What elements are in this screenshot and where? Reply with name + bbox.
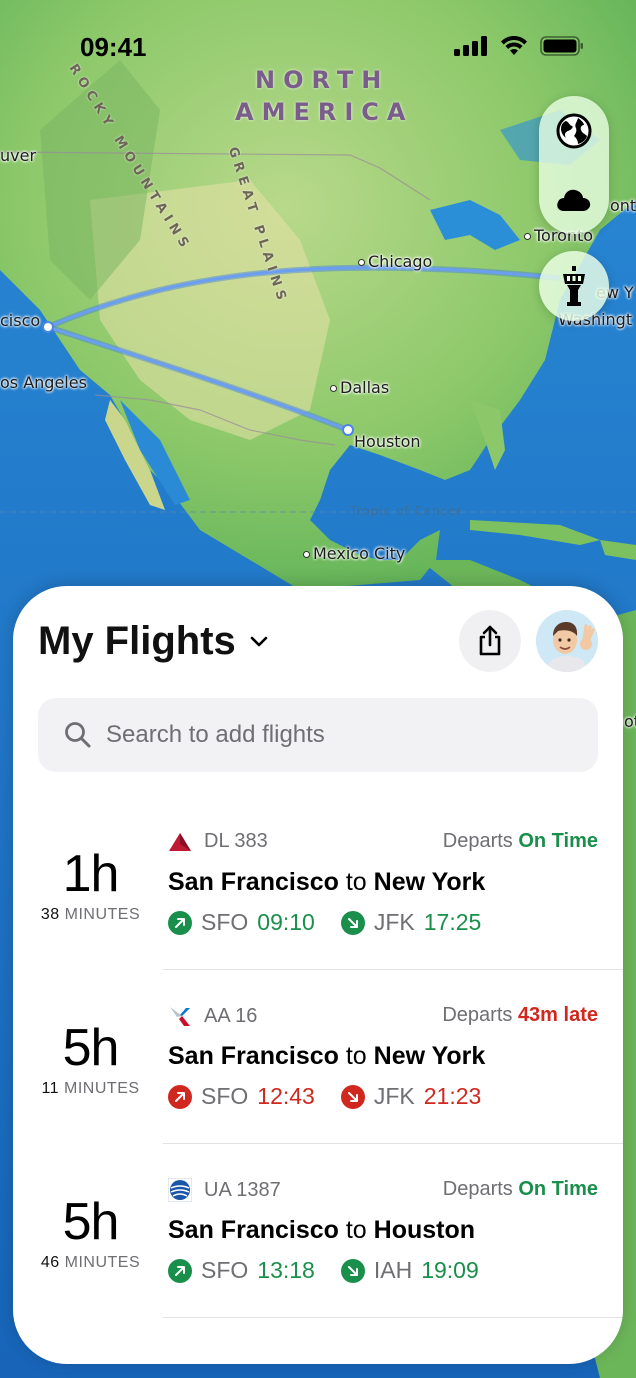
flight-duration: 1h 38 MINUTES — [13, 844, 168, 924]
departure-airport: SFO — [201, 1257, 249, 1283]
search-input[interactable] — [106, 721, 566, 749]
battery-icon — [540, 36, 583, 56]
american-logo-icon — [170, 1007, 190, 1026]
departure-time: 12:43 — [257, 1083, 315, 1109]
duration-minutes: 11 MINUTES — [41, 1080, 140, 1097]
arrival-airport: JFK — [373, 1083, 415, 1109]
flight-times: SFO 12:43 JFK 21:23 — [168, 1083, 507, 1110]
region-label-ont: ont — [610, 196, 636, 215]
share-button[interactable] — [459, 610, 521, 672]
chevron-down-icon — [250, 636, 268, 646]
duration-minutes: 38 MINUTES — [40, 906, 141, 923]
airline-info: AA 16 — [168, 1004, 257, 1028]
departure-airport: SFO — [201, 909, 249, 935]
flight-status: Departs 43m late — [442, 1004, 598, 1026]
arrival-arrow-icon — [340, 1084, 365, 1109]
flight-status: Departs On Time — [442, 1178, 598, 1200]
status-bar: 09:41 — [0, 0, 636, 95]
page-title: My Flights — [38, 619, 236, 663]
flights-sheet: My Flights Search to add flights 1h 38 M… — [13, 586, 623, 1364]
flight-times: SFO 09:10 JFK 17:25 — [168, 909, 507, 936]
arrival-time: 21:23 — [423, 1083, 482, 1109]
city-label-houston[interactable]: Houston — [354, 432, 421, 451]
arrival: JFK 17:25 — [340, 909, 482, 936]
arrival: IAH 19:09 — [340, 1257, 479, 1284]
region-label-ot: ot — [624, 712, 636, 731]
city-label-chicago[interactable]: Chicago — [358, 252, 432, 271]
arrival-arrow-icon — [340, 910, 365, 935]
arrival-airport: IAH — [373, 1257, 413, 1283]
cellular-signal-icon — [454, 36, 487, 56]
city-label-los-angeles[interactable]: os Angeles — [0, 373, 87, 392]
delta-logo-icon — [169, 832, 191, 851]
flight-row[interactable]: 5h 46 MINUTES UA 1387 Departs On Time Sa… — [13, 1144, 623, 1318]
duration-hours: 5h — [62, 1193, 120, 1251]
sheet-title-menu[interactable]: My Flights — [38, 619, 268, 664]
control-tower-icon — [563, 266, 585, 306]
memoji-avatar-icon — [536, 610, 598, 672]
departure: SFO 12:43 — [168, 1083, 315, 1110]
arrival-time: 17:25 — [423, 909, 482, 935]
flight-route: San Francisco to New York — [168, 868, 486, 896]
flight-duration: 5h 46 MINUTES — [13, 1192, 168, 1272]
wifi-icon — [501, 36, 527, 55]
city-label-san-francisco[interactable]: cisco — [0, 311, 40, 330]
departure: SFO 13:18 — [168, 1257, 315, 1284]
duration-hours: 1h — [62, 845, 120, 903]
airline-info: DL 383 — [168, 830, 268, 853]
departure-time: 09:10 — [257, 909, 315, 935]
departure-time: 13:18 — [257, 1257, 315, 1283]
search-icon — [65, 722, 91, 748]
share-icon — [479, 625, 501, 656]
arrival-arrow-icon — [340, 1258, 365, 1283]
map-controls — [539, 96, 609, 234]
search-bar[interactable] — [38, 698, 598, 772]
flight-number: UA 1387 — [204, 1178, 281, 1201]
row-divider — [163, 1317, 623, 1318]
departure-arrow-icon — [168, 1084, 192, 1109]
globe-icon — [556, 113, 592, 148]
departure-arrow-icon — [168, 910, 192, 935]
region-label-america: AMERICA — [235, 98, 414, 126]
arrival-time: 19:09 — [421, 1257, 479, 1283]
flight-number: AA 16 — [204, 1004, 258, 1027]
flight-row[interactable]: 5h 11 MINUTES AA 16 Departs 43m late San… — [13, 970, 623, 1144]
control-tower-button[interactable] — [539, 251, 609, 321]
city-label-mexico-city[interactable]: Mexico City — [303, 544, 405, 563]
city-label-dallas[interactable]: Dallas — [330, 378, 389, 397]
globe-button[interactable] — [539, 96, 609, 165]
duration-minutes: 46 MINUTES — [40, 1254, 141, 1271]
cloud-icon — [557, 189, 591, 211]
status-badge: On Time — [518, 830, 598, 852]
flight-times: SFO 13:18 IAH 19:09 — [168, 1257, 505, 1284]
flight-number: DL 383 — [204, 830, 268, 852]
flight-row[interactable]: 1h 38 MINUTES DL 383 Departs On Time San… — [13, 796, 623, 970]
status-icons — [454, 36, 584, 56]
status-badge: 43m late — [517, 1004, 598, 1026]
departure-arrow-icon — [168, 1258, 192, 1283]
status-badge: On Time — [518, 1178, 598, 1200]
arrival: JFK 21:23 — [340, 1083, 482, 1110]
flight-route: San Francisco to Houston — [168, 1216, 476, 1244]
avatar[interactable] — [536, 610, 598, 672]
united-logo-icon — [168, 1178, 192, 1202]
weather-button[interactable] — [539, 165, 609, 234]
departure-airport: SFO — [201, 1083, 249, 1109]
flight-status: Departs On Time — [442, 830, 598, 852]
city-label-vancouver[interactable]: uver — [0, 146, 36, 165]
arrival-airport: JFK — [373, 909, 415, 935]
duration-hours: 5h — [62, 1019, 120, 1077]
tropic-of-cancer-label: Tropic of Cancer — [350, 504, 463, 518]
departure: SFO 09:10 — [168, 909, 315, 936]
flight-duration: 5h 11 MINUTES — [13, 1018, 168, 1098]
flight-route: San Francisco to New York — [168, 1042, 486, 1070]
airline-info: UA 1387 — [168, 1178, 281, 1202]
status-time: 09:41 — [80, 32, 147, 62]
